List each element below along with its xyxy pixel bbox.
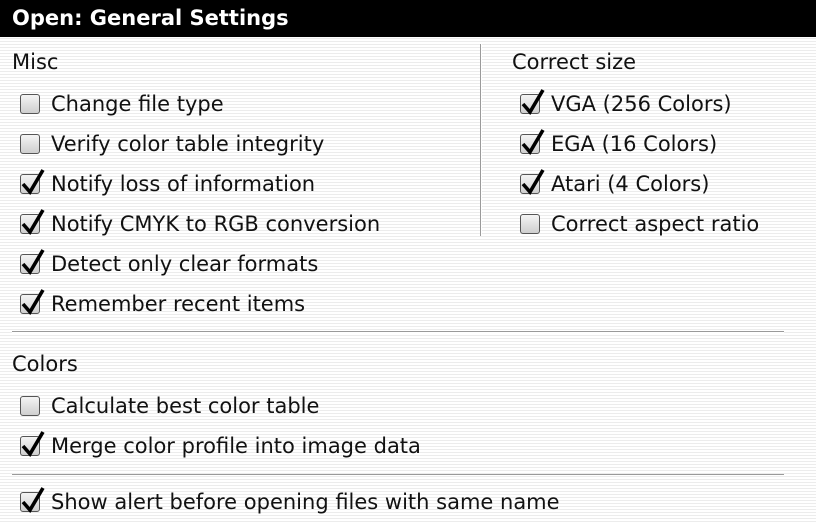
checkmark-icon <box>21 209 45 235</box>
correct-size-heading: Correct size <box>512 50 637 74</box>
notify-cmyk-to-rgb-checkbox[interactable]: Notify CMYK to RGB conversion <box>20 209 380 239</box>
remember-recent-items-checkbox[interactable]: Remember recent items <box>20 289 305 319</box>
misc-heading: Misc <box>12 50 59 74</box>
checkbox-label: Notify loss of information <box>51 172 316 196</box>
checkbox-label: Remember recent items <box>51 292 306 316</box>
checkbox-box <box>520 89 545 115</box>
checkbox-box <box>20 396 40 416</box>
checkbox-label: EGA (16 Colors) <box>551 132 718 156</box>
checkmark-icon <box>521 89 545 115</box>
checkmark-icon <box>21 289 45 315</box>
checkbox-label: Calculate best color table <box>51 394 320 418</box>
atari-4-colors-checkbox[interactable]: Atari (4 Colors) <box>520 169 709 199</box>
window-title: Open: General Settings <box>12 6 289 30</box>
colors-heading: Colors <box>12 352 78 376</box>
notify-loss-of-information-checkbox[interactable]: Notify loss of information <box>20 169 315 199</box>
change-file-type-checkbox[interactable]: Change file type <box>20 89 224 119</box>
correct-aspect-ratio-checkbox[interactable]: Correct aspect ratio <box>520 209 759 239</box>
checkbox-label: Change file type <box>51 92 224 116</box>
window-title-bar: Open: General Settings <box>0 0 816 37</box>
checkbox-box <box>20 431 45 457</box>
checkbox-box <box>20 94 40 114</box>
checkmark-icon <box>21 487 45 513</box>
ega-16-colors-checkbox[interactable]: EGA (16 Colors) <box>520 129 717 159</box>
checkmark-icon <box>521 169 545 195</box>
vga-256-colors-checkbox[interactable]: VGA (256 Colors) <box>520 89 732 119</box>
checkbox-box <box>20 134 40 154</box>
section-divider-vertical <box>480 44 482 236</box>
section-divider <box>12 474 784 476</box>
checkbox-label: Correct aspect ratio <box>551 212 760 236</box>
checkmark-icon <box>21 431 45 457</box>
checkmark-icon <box>21 169 45 195</box>
checkbox-box <box>20 169 45 195</box>
checkbox-label: Notify CMYK to RGB conversion <box>51 212 381 236</box>
checkbox-label: Show alert before opening files with sam… <box>51 490 560 514</box>
checkbox-box <box>520 214 540 234</box>
checkbox-label: Merge color profile into image data <box>51 434 421 458</box>
checkbox-box <box>20 289 45 315</box>
verify-color-table-integrity-checkbox[interactable]: Verify color table integrity <box>20 129 324 159</box>
calculate-best-color-table-checkbox[interactable]: Calculate best color table <box>20 391 319 421</box>
checkbox-box <box>20 487 45 513</box>
checkbox-label: Detect only clear formats <box>51 252 319 276</box>
checkmark-icon <box>521 129 545 155</box>
checkbox-label: VGA (256 Colors) <box>551 92 732 116</box>
checkbox-box <box>520 169 545 195</box>
checkbox-box <box>20 249 45 275</box>
detect-only-clear-formats-checkbox[interactable]: Detect only clear formats <box>20 249 318 279</box>
merge-color-profile-checkbox[interactable]: Merge color profile into image data <box>20 431 421 461</box>
checkbox-label: Verify color table integrity <box>51 132 325 156</box>
checkmark-icon <box>21 249 45 275</box>
checkbox-label: Atari (4 Colors) <box>551 172 710 196</box>
show-alert-same-name-checkbox[interactable]: Show alert before opening files with sam… <box>20 487 560 517</box>
section-divider <box>12 331 784 333</box>
checkbox-box <box>20 209 45 235</box>
checkbox-box <box>520 129 545 155</box>
